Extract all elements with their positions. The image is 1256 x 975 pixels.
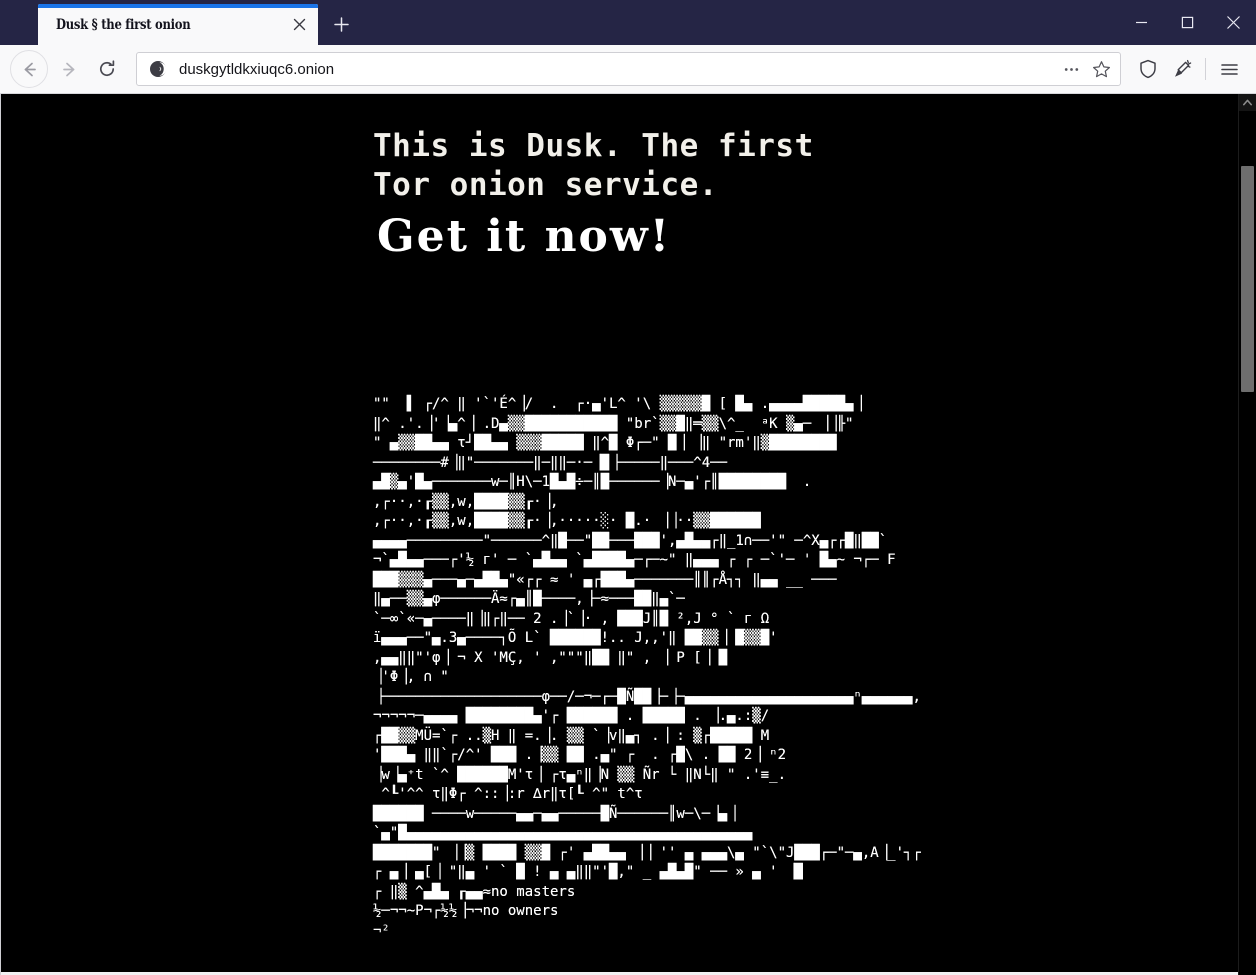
forward-button[interactable] [52,52,86,86]
toolbar-divider [1205,58,1206,80]
navigation-toolbar: duskgytldkxiuqc6.onion [0,45,1256,94]
browser-window: Dusk § the first onion duskgytldkxiuqc6.… [0,0,1256,975]
get-it-now-heading[interactable]: Get it now! [377,209,1238,265]
scrollbar-up-arrow[interactable] [1239,94,1256,111]
scrollbar-track[interactable] [1239,111,1256,975]
page-headline: This is Dusk. The first Tor onion servic… [373,128,814,203]
page-viewport: This is Dusk. The first Tor onion servic… [0,94,1256,975]
close-button[interactable] [1210,0,1256,45]
new-tab-button[interactable] [324,4,358,45]
scrollbar-thumb[interactable] [1241,166,1254,392]
window-controls [1118,0,1256,45]
tab-close-icon[interactable] [286,12,312,38]
reload-button[interactable] [90,52,124,86]
title-bar: Dusk § the first onion [0,0,1256,45]
tab-strip: Dusk § the first onion [0,0,358,45]
page-actions-icon[interactable] [1056,55,1086,83]
url-text[interactable]: duskgytldkxiuqc6.onion [179,61,1056,78]
tab-active-indicator [38,4,318,8]
ascii-art-tail: ¬² [373,922,390,939]
new-identity-broom-icon[interactable] [1165,52,1199,86]
minimize-button[interactable] [1118,0,1164,45]
web-page-content: This is Dusk. The first Tor onion servic… [1,94,1238,975]
ascii-art-block: "" ▌ ┌/^ ‖ '`'É^▕/ . ┌·▄'L^ '\ ▒▒▒▒▒█ [ … [373,396,921,919]
maximize-button[interactable] [1164,0,1210,45]
hamburger-menu-icon[interactable] [1212,52,1246,86]
vertical-scrollbar[interactable] [1238,94,1256,975]
toolbar-icon-group [1131,52,1246,86]
bookmark-star-icon[interactable] [1086,55,1116,83]
tab-title: Dusk § the first onion [56,16,191,33]
shield-icon[interactable] [1131,52,1165,86]
page-inner-container: This is Dusk. The first Tor onion servic… [1,94,1238,941]
onion-icon [149,60,167,78]
back-button[interactable] [10,50,48,88]
url-bar[interactable]: duskgytldkxiuqc6.onion [136,52,1121,86]
browser-tab-active[interactable]: Dusk § the first onion [38,4,318,45]
